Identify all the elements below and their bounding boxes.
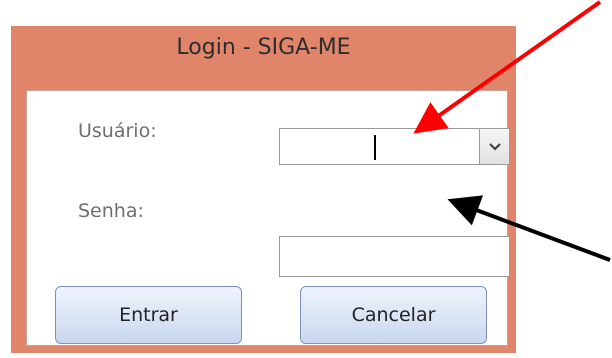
dialog-title: Login - SIGA-ME [176, 35, 351, 60]
text-caret [374, 135, 376, 160]
password-input[interactable] [280, 237, 509, 276]
password-field[interactable] [279, 236, 510, 277]
login-dialog: Login - SIGA-ME Usuário: Senha: Entrar C… [11, 26, 516, 353]
user-input[interactable] [280, 129, 480, 164]
user-dropdown-button[interactable] [479, 129, 509, 164]
user-combobox[interactable] [279, 128, 510, 165]
stage: Login - SIGA-ME Usuário: Senha: Entrar C… [0, 0, 612, 358]
enter-button[interactable]: Entrar [55, 286, 242, 344]
chevron-down-icon [488, 142, 501, 151]
password-label: Senha: [78, 200, 144, 222]
user-label: Usuário: [78, 120, 157, 142]
cancel-button[interactable]: Cancelar [300, 286, 487, 344]
